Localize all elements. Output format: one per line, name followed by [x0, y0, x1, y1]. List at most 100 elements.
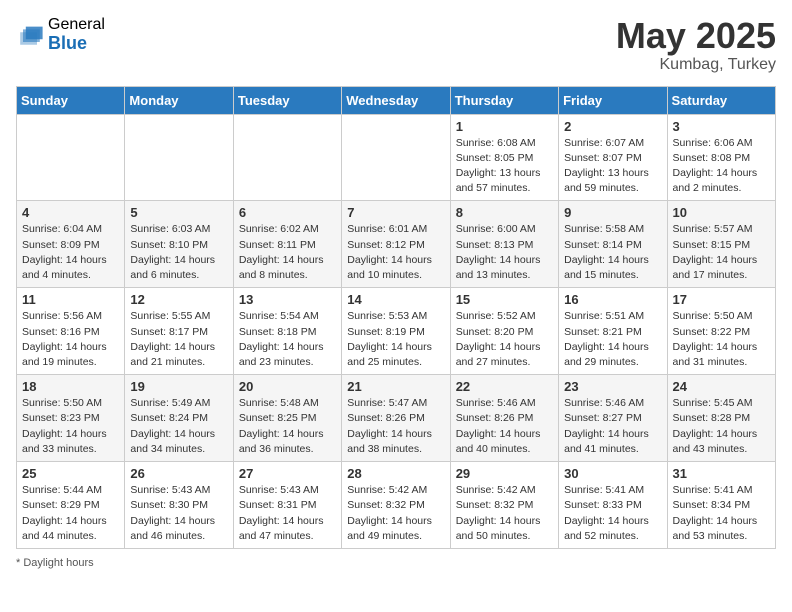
- day-number: 21: [347, 379, 444, 394]
- day-number: 23: [564, 379, 661, 394]
- footer-note: * Daylight hours: [16, 557, 776, 569]
- location-title: Kumbag, Turkey: [616, 56, 776, 74]
- day-number: 29: [456, 466, 553, 481]
- day-number: 26: [130, 466, 227, 481]
- day-number: 11: [22, 292, 119, 307]
- calendar-cell: 23 Sunrise: 5:46 AM Sunset: 8:27 PM Dayli…: [559, 375, 667, 462]
- day-number: 13: [239, 292, 336, 307]
- calendar-cell: 28Sunrise: 5:42 AM Sunset: 8:32 PM Dayli…: [342, 462, 450, 549]
- day-info: Sunrise: 5:42 AM Sunset: 8:32 PM Dayligh…: [456, 483, 553, 544]
- day-info: Sunrise: 5:44 AM Sunset: 8:29 PM Dayligh…: [22, 483, 119, 544]
- day-info: Sunrise: 5:51 AM Sunset: 8:21 PM Dayligh…: [564, 309, 661, 370]
- calendar-cell: 27 Sunrise: 5:43 AM Sunset: 8:31 PM Dayli…: [233, 462, 341, 549]
- calendar-cell: 14 Sunrise: 5:53 AM Sunset: 8:19 PM Dayli…: [342, 288, 450, 375]
- calendar-cell: 4 Sunrise: 6:04 AM Sunset: 8:09 PM Daylig…: [17, 201, 125, 288]
- day-header-sunday: Sunday: [17, 86, 125, 114]
- logo-icon: [16, 21, 44, 49]
- day-number: 25: [22, 466, 119, 481]
- calendar-cell: 10 Sunrise: 5:57 AM Sunset: 8:15 PM Dayli…: [667, 201, 775, 288]
- calendar-cell: 30 Sunrise: 5:41 AM Sunset: 8:33 PM Dayli…: [559, 462, 667, 549]
- day-number: 1: [456, 119, 553, 134]
- day-info: Sunrise: 5:46 AM Sunset: 8:26 PM Dayligh…: [456, 396, 553, 457]
- day-number: 7: [347, 205, 444, 220]
- day-number: 30: [564, 466, 661, 481]
- day-number: 8: [456, 205, 553, 220]
- day-info: Sunrise: 6:00 AM Sunset: 8:13 PM Dayligh…: [456, 222, 553, 283]
- day-info: Sunrise: 5:45 AM Sunset: 8:28 PM Dayligh…: [673, 396, 770, 457]
- day-header-saturday: Saturday: [667, 86, 775, 114]
- day-info: Sunrise: 5:54 AM Sunset: 8:18 PM Dayligh…: [239, 309, 336, 370]
- day-info: Sunrise: 5:43 AM Sunset: 8:31 PM Dayligh…: [239, 483, 336, 544]
- day-info: Sunrise: 5:46 AM Sunset: 8:27 PM Dayligh…: [564, 396, 661, 457]
- day-info: Sunrise: 5:56 AM Sunset: 8:16 PM Dayligh…: [22, 309, 119, 370]
- day-header-tuesday: Tuesday: [233, 86, 341, 114]
- calendar-cell: 5Sunrise: 6:03 AM Sunset: 8:10 PM Daylig…: [125, 201, 233, 288]
- day-number: 31: [673, 466, 770, 481]
- day-info: Sunrise: 5:57 AM Sunset: 8:15 PM Dayligh…: [673, 222, 770, 283]
- day-info: Sunrise: 6:01 AM Sunset: 8:12 PM Dayligh…: [347, 222, 444, 283]
- day-header-monday: Monday: [125, 86, 233, 114]
- day-info: Sunrise: 6:04 AM Sunset: 8:09 PM Dayligh…: [22, 222, 119, 283]
- calendar-cell: [125, 114, 233, 201]
- day-info: Sunrise: 5:49 AM Sunset: 8:24 PM Dayligh…: [130, 396, 227, 457]
- calendar-cell: 12Sunrise: 5:55 AM Sunset: 8:17 PM Dayli…: [125, 288, 233, 375]
- calendar-cell: 24Sunrise: 5:45 AM Sunset: 8:28 PM Dayli…: [667, 375, 775, 462]
- day-header-thursday: Thursday: [450, 86, 558, 114]
- logo-blue: Blue: [48, 34, 105, 54]
- calendar-cell: 3 Sunrise: 6:06 AM Sunset: 8:08 PM Daylig…: [667, 114, 775, 201]
- day-info: Sunrise: 5:55 AM Sunset: 8:17 PM Dayligh…: [130, 309, 227, 370]
- calendar-cell: 20 Sunrise: 5:48 AM Sunset: 8:25 PM Dayli…: [233, 375, 341, 462]
- day-number: 15: [456, 292, 553, 307]
- day-number: 9: [564, 205, 661, 220]
- day-number: 10: [673, 205, 770, 220]
- day-info: Sunrise: 5:53 AM Sunset: 8:19 PM Dayligh…: [347, 309, 444, 370]
- calendar-cell: 16 Sunrise: 5:51 AM Sunset: 8:21 PM Dayli…: [559, 288, 667, 375]
- calendar-cell: 19Sunrise: 5:49 AM Sunset: 8:24 PM Dayli…: [125, 375, 233, 462]
- calendar-cell: 13 Sunrise: 5:54 AM Sunset: 8:18 PM Dayli…: [233, 288, 341, 375]
- day-number: 16: [564, 292, 661, 307]
- day-number: 5: [130, 205, 227, 220]
- calendar-cell: 26 Sunrise: 5:43 AM Sunset: 8:30 PM Dayli…: [125, 462, 233, 549]
- logo-text: General Blue: [48, 16, 105, 53]
- calendar-cell: 31 Sunrise: 5:41 AM Sunset: 8:34 PM Dayli…: [667, 462, 775, 549]
- calendar-cell: 21 Sunrise: 5:47 AM Sunset: 8:26 PM Dayli…: [342, 375, 450, 462]
- week-row-2: 4 Sunrise: 6:04 AM Sunset: 8:09 PM Daylig…: [17, 201, 776, 288]
- day-number: 14: [347, 292, 444, 307]
- day-number: 3: [673, 119, 770, 134]
- calendar-cell: [233, 114, 341, 201]
- logo-general: General: [48, 16, 105, 34]
- day-number: 20: [239, 379, 336, 394]
- day-number: 27: [239, 466, 336, 481]
- calendar-table: SundayMondayTuesdayWednesdayThursdayFrid…: [16, 86, 776, 549]
- day-info: Sunrise: 5:48 AM Sunset: 8:25 PM Dayligh…: [239, 396, 336, 457]
- page-header: General Blue May 2025 Kumbag, Turkey: [16, 16, 776, 74]
- week-row-1: 1 Sunrise: 6:08 AM Sunset: 8:05 PM Daylig…: [17, 114, 776, 201]
- calendar-cell: 8 Sunrise: 6:00 AM Sunset: 8:13 PM Daylig…: [450, 201, 558, 288]
- day-info: Sunrise: 5:52 AM Sunset: 8:20 PM Dayligh…: [456, 309, 553, 370]
- day-info: Sunrise: 5:58 AM Sunset: 8:14 PM Dayligh…: [564, 222, 661, 283]
- day-info: Sunrise: 5:47 AM Sunset: 8:26 PM Dayligh…: [347, 396, 444, 457]
- day-info: Sunrise: 6:02 AM Sunset: 8:11 PM Dayligh…: [239, 222, 336, 283]
- day-info: Sunrise: 5:42 AM Sunset: 8:32 PM Dayligh…: [347, 483, 444, 544]
- week-row-4: 18Sunrise: 5:50 AM Sunset: 8:23 PM Dayli…: [17, 375, 776, 462]
- day-info: Sunrise: 5:41 AM Sunset: 8:34 PM Dayligh…: [673, 483, 770, 544]
- day-info: Sunrise: 6:08 AM Sunset: 8:05 PM Dayligh…: [456, 136, 553, 197]
- calendar-cell: 17Sunrise: 5:50 AM Sunset: 8:22 PM Dayli…: [667, 288, 775, 375]
- calendar-cell: 7 Sunrise: 6:01 AM Sunset: 8:12 PM Daylig…: [342, 201, 450, 288]
- month-title: May 2025: [616, 16, 776, 56]
- week-row-5: 25 Sunrise: 5:44 AM Sunset: 8:29 PM Dayli…: [17, 462, 776, 549]
- day-info: Sunrise: 6:06 AM Sunset: 8:08 PM Dayligh…: [673, 136, 770, 197]
- day-info: Sunrise: 5:43 AM Sunset: 8:30 PM Dayligh…: [130, 483, 227, 544]
- calendar-cell: [342, 114, 450, 201]
- calendar-cell: 22Sunrise: 5:46 AM Sunset: 8:26 PM Dayli…: [450, 375, 558, 462]
- footer-note-text: Daylight hours: [23, 557, 93, 569]
- logo: General Blue: [16, 16, 105, 53]
- calendar-cell: 2Sunrise: 6:07 AM Sunset: 8:07 PM Daylig…: [559, 114, 667, 201]
- calendar-cell: 9 Sunrise: 5:58 AM Sunset: 8:14 PM Daylig…: [559, 201, 667, 288]
- week-row-3: 11 Sunrise: 5:56 AM Sunset: 8:16 PM Dayli…: [17, 288, 776, 375]
- day-number: 4: [22, 205, 119, 220]
- calendar-cell: 11 Sunrise: 5:56 AM Sunset: 8:16 PM Dayli…: [17, 288, 125, 375]
- day-info: Sunrise: 5:41 AM Sunset: 8:33 PM Dayligh…: [564, 483, 661, 544]
- day-header-wednesday: Wednesday: [342, 86, 450, 114]
- calendar-cell: 25 Sunrise: 5:44 AM Sunset: 8:29 PM Dayli…: [17, 462, 125, 549]
